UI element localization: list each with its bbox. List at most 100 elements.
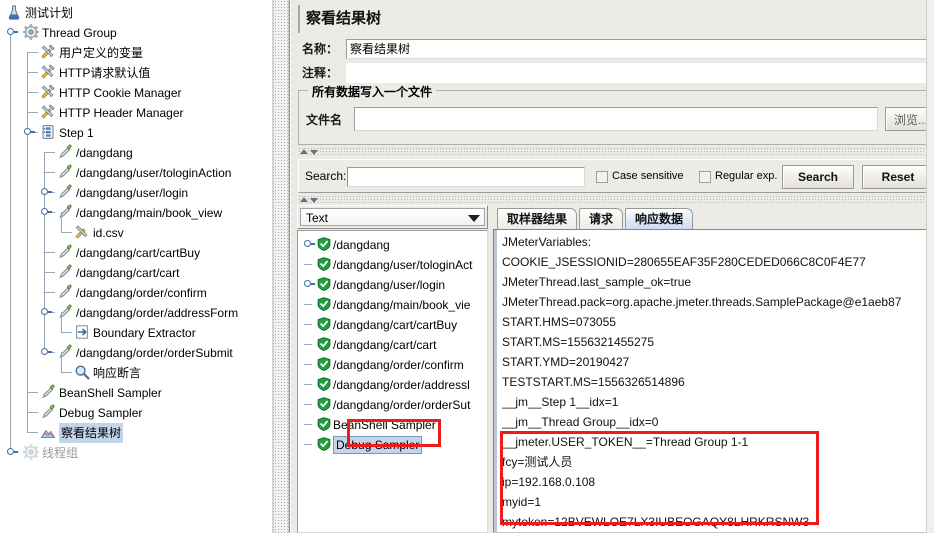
tree-connector: [44, 252, 55, 253]
chevron-up-icon[interactable]: [300, 149, 308, 154]
search-button[interactable]: Search: [782, 165, 854, 189]
tree-item-21[interactable]: 察看结果树: [0, 422, 272, 443]
http-sampler-icon: [59, 264, 72, 278]
tree-item-8[interactable]: /dangdang/user/tologinAction: [0, 162, 272, 182]
tree-connector: [61, 332, 72, 333]
tree-item-14[interactable]: /dangdang/order/confirm: [0, 282, 272, 302]
sampler-result-list[interactable]: /dangdang/dangdang/user/tologinAct/dangd…: [297, 230, 488, 533]
thread-group-icon: [23, 444, 39, 460]
list-item[interactable]: Debug Sampler: [298, 434, 487, 454]
result-connector: [304, 324, 312, 325]
tree-item-2[interactable]: 用户定义的变量: [0, 42, 272, 62]
http-sampler-icon: [59, 164, 72, 178]
tree-item-16[interactable]: Boundary Extractor: [0, 322, 272, 342]
list-item[interactable]: /dangdang/order/confirm: [298, 354, 487, 374]
response-line: JMeterVariables:: [502, 235, 592, 249]
tab-2[interactable]: 响应数据: [625, 208, 694, 230]
tree-item-icon-wrap: [40, 84, 56, 100]
tree-item-4[interactable]: HTTP Cookie Manager: [0, 82, 272, 102]
vertical-splitter[interactable]: [272, 0, 290, 533]
status-ok-shield-icon: [317, 277, 331, 291]
tree-item-20[interactable]: Debug Sampler: [0, 402, 272, 422]
tree-item-icon-wrap: [40, 124, 56, 140]
tab-1[interactable]: 请求: [579, 208, 624, 230]
list-item-label: /dangdang/user/tologinAct: [333, 257, 473, 272]
tree-item-7[interactable]: /dangdang: [0, 142, 272, 162]
result-expand-handle[interactable]: [304, 280, 315, 287]
tree-item-13[interactable]: /dangdang/cart/cart: [0, 262, 272, 282]
tree-item-6[interactable]: Step 1: [0, 122, 272, 142]
tree-item-label: HTTP请求默认值: [59, 65, 151, 80]
config-element-icon: [41, 64, 55, 79]
tree-item-icon-wrap: [40, 104, 56, 120]
tree-item-icon-wrap: [57, 184, 73, 200]
tree-item-label: HTTP Cookie Manager: [59, 85, 182, 100]
tree-item-label: Step 1: [59, 125, 94, 140]
tree-item-22[interactable]: 线程组: [0, 442, 272, 462]
list-item[interactable]: BeanShell Sampler: [298, 414, 487, 434]
splitter-texture: [274, 0, 288, 533]
render-selector[interactable]: Text: [297, 205, 488, 229]
result-expand-handle[interactable]: [304, 240, 315, 247]
chevron-up-icon-2[interactable]: [300, 197, 308, 202]
tree-expand-handle[interactable]: [40, 308, 52, 315]
comment-row: 注释：: [298, 62, 930, 84]
tree-expand-handle[interactable]: [23, 128, 35, 135]
case-sensitive-checkbox[interactable]: [596, 171, 608, 183]
comment-input[interactable]: [346, 63, 930, 83]
list-item[interactable]: /dangdang/order/orderSut: [298, 394, 487, 414]
search-bar: Search: Case sensitive Regular exp. Sear…: [298, 159, 934, 193]
tree-item-19[interactable]: BeanShell Sampler: [0, 382, 272, 402]
search-input[interactable]: [347, 167, 585, 187]
status-ok-shield-icon: [317, 377, 331, 391]
status-ok-shield-icon: [317, 357, 331, 371]
tree-expand-handle[interactable]: [6, 448, 18, 455]
response-line: TESTSTART.MS=1556326514896: [502, 375, 685, 389]
tree-item-5[interactable]: HTTP Header Manager: [0, 102, 272, 122]
status-ok-shield-icon: [317, 397, 331, 411]
regular-exp-checkbox[interactable]: [699, 171, 711, 183]
tree-item-label: BeanShell Sampler: [59, 385, 162, 400]
list-item[interactable]: /dangdang: [298, 234, 487, 254]
tree-expand-handle[interactable]: [6, 28, 18, 35]
tree-item-label: /dangdang/cart/cart: [76, 265, 180, 280]
tree-connector: [44, 272, 55, 273]
tree-item-icon-wrap: [57, 304, 73, 320]
tree-expand-handle[interactable]: [40, 348, 52, 355]
filename-input[interactable]: [354, 107, 878, 131]
list-item[interactable]: /dangdang/cart/cart: [298, 334, 487, 354]
tab-0[interactable]: 取样器结果: [497, 208, 578, 230]
tree-connector: [27, 52, 38, 53]
assertion-icon: [75, 365, 90, 380]
tree-item-label: id.csv: [93, 225, 124, 240]
result-status-icon: [317, 237, 331, 251]
list-item[interactable]: /dangdang/main/book_vie: [298, 294, 487, 314]
tree-expand-handle[interactable]: [40, 188, 52, 195]
reset-button[interactable]: Reset: [862, 165, 934, 189]
chevron-down-icon-render[interactable]: [468, 215, 480, 222]
list-item[interactable]: /dangdang/order/addressl: [298, 374, 487, 394]
list-item[interactable]: /dangdang/cart/cartBuy: [298, 314, 487, 334]
config-element-icon: [41, 84, 55, 99]
tree-item-11[interactable]: id.csv: [0, 222, 272, 242]
response-data-view[interactable]: JMeterVariables: COOKIE_JSESSIONID=280655…: [493, 229, 931, 533]
response-line: myid=1: [502, 495, 542, 509]
tree-item-icon-wrap: [23, 24, 39, 40]
list-item[interactable]: /dangdang/user/login: [298, 274, 487, 294]
tree-connector: [44, 292, 55, 293]
status-ok-shield-icon: [317, 437, 331, 451]
tree-item-3[interactable]: HTTP请求默认值: [0, 62, 272, 82]
result-connector: [304, 424, 312, 425]
tree-item-1[interactable]: Thread Group: [0, 22, 272, 42]
test-plan-tree[interactable]: 测试计划 Thread Group 用户定义的变量 HTTP请求默认值 HTTP Coo…: [0, 0, 272, 533]
name-input[interactable]: 察看结果树: [346, 39, 930, 59]
list-item[interactable]: /dangdang/user/tologinAct: [298, 254, 487, 274]
tree-item-12[interactable]: /dangdang/cart/cartBuy: [0, 242, 272, 262]
chevron-down-icon-2[interactable]: [310, 198, 318, 203]
tree-item-0[interactable]: 测试计划: [0, 2, 272, 22]
chevron-down-icon[interactable]: [310, 150, 318, 155]
tree-item-18[interactable]: 响应断言: [0, 362, 272, 382]
tree-expand-handle[interactable]: [40, 208, 52, 215]
result-status-icon: [317, 357, 331, 371]
page-title: 察看结果树: [298, 5, 930, 33]
